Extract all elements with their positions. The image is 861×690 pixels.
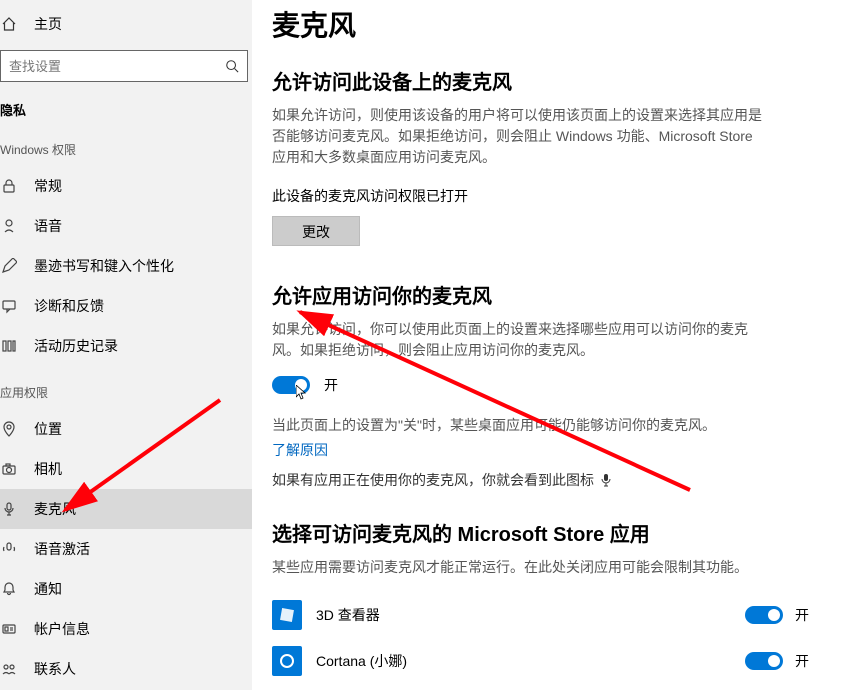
sidebar-item-label: 麦克风 [34, 499, 76, 519]
group-windows-permissions: Windows 权限 [0, 123, 252, 166]
cursor-icon [296, 385, 308, 401]
sidebar-item-speech[interactable]: 语音 [0, 206, 252, 246]
sidebar-item-card[interactable]: 帐户信息 [0, 609, 252, 649]
speech-icon [0, 218, 18, 234]
section-device-access-desc: 如果允许访问，则使用该设备的用户将可以使用该页面上的设置来选择其应用是否能够访问… [272, 105, 762, 168]
home-label: 主页 [34, 14, 62, 34]
history-icon [0, 338, 18, 354]
mic-usage-note: 如果有应用正在使用你的麦克风，你就会看到此图标 [272, 470, 594, 490]
app-toggle-label: 开 [795, 651, 809, 671]
sidebar-item-voice[interactable]: 语音激活 [0, 529, 252, 569]
category-label: 隐私 [0, 100, 252, 123]
sidebar-item-pen[interactable]: 墨迹书写和键入个性化 [0, 246, 252, 286]
app-row: 3D 查看器 开 [272, 592, 829, 638]
sidebar-item-label: 帐户信息 [34, 619, 90, 639]
home-link[interactable]: 主页 [0, 6, 252, 46]
app-name: Cortana (小娜) [316, 651, 745, 671]
feedback-icon [0, 298, 18, 314]
page-title: 麦克风 [272, 4, 829, 44]
change-button[interactable]: 更改 [272, 216, 360, 246]
sidebar-item-mic[interactable]: 麦克风 [0, 489, 252, 529]
section-choose-apps-title: 选择可访问麦克风的 Microsoft Store 应用 [272, 518, 829, 547]
section-device-access-title: 允许访问此设备上的麦克风 [272, 66, 829, 95]
device-access-status: 此设备的麦克风访问权限已打开 [272, 186, 829, 206]
sidebar-item-bell[interactable]: 通知 [0, 569, 252, 609]
card-icon [0, 621, 18, 637]
sidebar-item-label: 语音 [34, 216, 62, 236]
app-name: 3D 查看器 [316, 605, 745, 625]
app-toggle[interactable] [745, 652, 783, 670]
sidebar-item-lock[interactable]: 常规 [0, 166, 252, 206]
sidebar-item-label: 通知 [34, 579, 62, 599]
app-access-note: 当此页面上的设置为"关"时，某些桌面应用可能仍能够访问你的麦克风。 [272, 415, 762, 436]
app-row: Cortana (小娜) 开 [272, 638, 829, 684]
sidebar-item-label: 诊断和反馈 [34, 296, 104, 316]
search-input[interactable] [1, 51, 247, 81]
app-icon [272, 600, 302, 630]
location-icon [0, 421, 18, 437]
voice-icon [0, 541, 18, 557]
sidebar: 主页 隐私 Windows 权限 常规语音墨迹书写和键入个性化诊断和反馈活动历史… [0, 0, 252, 690]
sidebar-item-label: 墨迹书写和键入个性化 [34, 256, 174, 276]
sidebar-item-people[interactable]: 联系人 [0, 649, 252, 689]
sidebar-item-label: 位置 [34, 419, 62, 439]
sidebar-item-label: 语音激活 [34, 539, 90, 559]
mic-icon [0, 501, 18, 517]
lock-icon [0, 178, 18, 194]
section-choose-apps-desc: 某些应用需要访问麦克风才能正常运行。在此处关闭应用可能会限制其功能。 [272, 557, 762, 578]
main-content: 麦克风 允许访问此设备上的麦克风 如果允许访问，则使用该设备的用户将可以使用该页… [252, 0, 861, 690]
sidebar-item-label: 活动历史记录 [34, 336, 118, 356]
camera-icon [0, 461, 18, 477]
sidebar-item-history[interactable]: 活动历史记录 [0, 326, 252, 366]
home-icon [0, 16, 18, 32]
bell-icon [0, 581, 18, 597]
app-icon [272, 646, 302, 676]
sidebar-item-feedback[interactable]: 诊断和反馈 [0, 286, 252, 326]
sidebar-item-label: 联系人 [34, 659, 76, 679]
learn-why-link[interactable]: 了解原因 [272, 440, 829, 460]
sidebar-item-label: 相机 [34, 459, 62, 479]
section-app-access-desc: 如果允许访问，你可以使用此页面上的设置来选择哪些应用可以访问你的麦克风。如果拒绝… [272, 319, 762, 361]
search-icon [225, 59, 239, 73]
pen-icon [0, 258, 18, 274]
people-icon [0, 661, 18, 677]
sidebar-item-label: 常规 [34, 176, 62, 196]
mic-icon [600, 473, 612, 487]
app-toggle[interactable] [745, 606, 783, 624]
app-toggle-label: 开 [795, 605, 809, 625]
search-input-wrap[interactable] [0, 50, 248, 82]
group-app-permissions: 应用权限 [0, 366, 252, 409]
section-app-access-title: 允许应用访问你的麦克风 [272, 280, 829, 309]
sidebar-item-camera[interactable]: 相机 [0, 449, 252, 489]
app-access-toggle-label: 开 [324, 375, 338, 395]
app-row: Microsoft Store 关 [272, 684, 829, 690]
sidebar-item-location[interactable]: 位置 [0, 409, 252, 449]
